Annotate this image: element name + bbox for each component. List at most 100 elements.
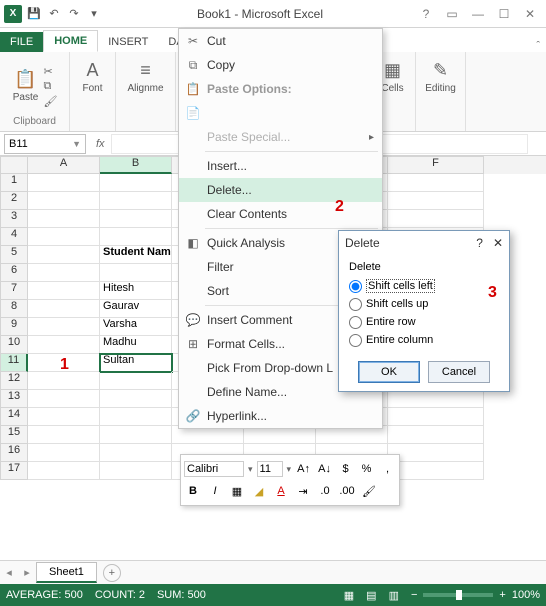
dialog-titlebar[interactable]: Delete ? ✕ bbox=[339, 231, 509, 255]
tab-home[interactable]: HOME bbox=[43, 30, 98, 52]
percent-format-icon[interactable]: % bbox=[358, 460, 375, 478]
opt-shift-up[interactable]: Shift cells up bbox=[349, 295, 499, 313]
cell[interactable] bbox=[388, 390, 484, 408]
redo-icon[interactable]: ↷ bbox=[66, 6, 82, 22]
maximize-icon[interactable]: ☐ bbox=[492, 7, 516, 21]
paste-button[interactable]: 📋 Paste bbox=[12, 65, 40, 107]
cut-icon[interactable]: ✂ bbox=[44, 65, 58, 78]
font-color-icon[interactable]: A bbox=[272, 482, 290, 500]
undo-icon[interactable]: ↶ bbox=[46, 6, 62, 22]
close-icon[interactable]: ✕ bbox=[518, 7, 542, 21]
select-all-corner[interactable] bbox=[0, 156, 28, 174]
increase-font-icon[interactable]: A↑ bbox=[295, 460, 312, 478]
row-header[interactable]: 4 bbox=[0, 228, 28, 246]
cell[interactable] bbox=[388, 192, 484, 210]
radio-shift-up[interactable] bbox=[349, 298, 362, 311]
ctx-delete[interactable]: Delete... bbox=[179, 178, 382, 202]
mini-font-name[interactable] bbox=[184, 461, 244, 477]
cell[interactable] bbox=[100, 192, 172, 210]
fill-color-icon[interactable]: ◢ bbox=[250, 482, 268, 500]
cell-b8[interactable]: Gaurav bbox=[100, 300, 172, 318]
alignment-button[interactable]: ≡Alignme bbox=[132, 56, 160, 98]
cell-b9[interactable]: Varsha bbox=[100, 318, 172, 336]
save-icon[interactable]: 💾 bbox=[26, 6, 42, 22]
cell[interactable] bbox=[388, 210, 484, 228]
cell[interactable] bbox=[28, 408, 100, 426]
row-header[interactable]: 9 bbox=[0, 318, 28, 336]
view-normal-icon[interactable]: ▦ bbox=[344, 589, 354, 602]
cell[interactable] bbox=[28, 390, 100, 408]
close-icon[interactable]: ✕ bbox=[493, 236, 503, 250]
cell-b7[interactable]: Hitesh bbox=[100, 282, 172, 300]
row-header[interactable]: 12 bbox=[0, 372, 28, 390]
ok-button[interactable]: OK bbox=[358, 361, 420, 383]
ctx-clear[interactable]: Clear Contents bbox=[179, 202, 382, 226]
row-header[interactable]: 10 bbox=[0, 336, 28, 354]
mini-font-size[interactable] bbox=[257, 461, 283, 477]
ctx-insert[interactable]: Insert... bbox=[179, 154, 382, 178]
cell[interactable] bbox=[28, 246, 100, 264]
row-header[interactable]: 5 bbox=[0, 246, 28, 264]
collapse-ribbon-icon[interactable]: ˆ bbox=[536, 40, 546, 52]
tab-file[interactable]: FILE bbox=[0, 32, 43, 52]
help-icon[interactable]: ? bbox=[476, 236, 483, 250]
cell[interactable] bbox=[388, 462, 484, 480]
row-header[interactable]: 3 bbox=[0, 210, 28, 228]
chevron-down-icon[interactable]: ▾ bbox=[287, 464, 292, 475]
bold-icon[interactable]: B bbox=[184, 482, 202, 500]
format-painter-icon[interactable]: 🖌 bbox=[44, 95, 58, 108]
zoom-out-icon[interactable]: − bbox=[411, 589, 417, 601]
row-header[interactable]: 16 bbox=[0, 444, 28, 462]
view-pagebreak-icon[interactable]: ▥ bbox=[389, 589, 399, 602]
row-header[interactable]: 8 bbox=[0, 300, 28, 318]
zoom-slider[interactable] bbox=[423, 593, 493, 597]
cell-b11[interactable]: Sultan bbox=[100, 354, 172, 372]
chevron-down-icon[interactable]: ▼ bbox=[72, 139, 81, 149]
cell[interactable] bbox=[100, 444, 172, 462]
cell[interactable] bbox=[388, 444, 484, 462]
col-header-b[interactable]: B bbox=[100, 156, 172, 174]
opt-entire-column[interactable]: Entire column bbox=[349, 331, 499, 349]
cell[interactable] bbox=[28, 426, 100, 444]
row-header[interactable]: 14 bbox=[0, 408, 28, 426]
copy-icon[interactable]: ⧉ bbox=[44, 80, 58, 93]
ctx-paste-special[interactable]: Paste Special...▸ bbox=[179, 125, 382, 149]
comma-format-icon[interactable]: , bbox=[379, 460, 396, 478]
border-icon[interactable]: ▦ bbox=[228, 482, 246, 500]
help-icon[interactable]: ? bbox=[414, 7, 438, 21]
font-button[interactable]: AFont bbox=[79, 56, 107, 98]
name-box[interactable]: B11 ▼ bbox=[4, 134, 86, 154]
cell[interactable] bbox=[28, 444, 100, 462]
ribbon-options-icon[interactable]: ▭ bbox=[440, 7, 464, 21]
row-header[interactable]: 1 bbox=[0, 174, 28, 192]
row-header[interactable]: 11 bbox=[0, 354, 28, 372]
accounting-format-icon[interactable]: $ bbox=[337, 460, 354, 478]
cell[interactable] bbox=[28, 318, 100, 336]
format-painter-icon[interactable]: 🖌 bbox=[360, 482, 378, 500]
col-header-f[interactable]: F bbox=[388, 156, 484, 174]
fx-icon[interactable]: fx bbox=[90, 138, 111, 150]
qat-dropdown-icon[interactable]: ▾ bbox=[86, 6, 102, 22]
radio-entire-column[interactable] bbox=[349, 334, 362, 347]
cell[interactable] bbox=[28, 228, 100, 246]
zoom-control[interactable]: − + 100% bbox=[411, 589, 540, 601]
row-header[interactable]: 17 bbox=[0, 462, 28, 480]
col-header-a[interactable]: A bbox=[28, 156, 100, 174]
sheet-nav-next-icon[interactable]: ▸ bbox=[18, 566, 36, 579]
row-header[interactable]: 15 bbox=[0, 426, 28, 444]
cell[interactable] bbox=[388, 174, 484, 192]
cell[interactable] bbox=[100, 210, 172, 228]
cell[interactable] bbox=[28, 336, 100, 354]
ctx-paste-default[interactable]: 📄 bbox=[179, 101, 382, 125]
decrease-font-icon[interactable]: A↓ bbox=[316, 460, 333, 478]
chevron-down-icon[interactable]: ▾ bbox=[248, 464, 253, 475]
view-layout-icon[interactable]: ▤ bbox=[366, 589, 376, 602]
row-header[interactable]: 6 bbox=[0, 264, 28, 282]
ctx-copy[interactable]: ⧉Copy bbox=[179, 53, 382, 77]
cell[interactable] bbox=[100, 462, 172, 480]
cell[interactable] bbox=[388, 426, 484, 444]
italic-icon[interactable]: I bbox=[206, 482, 224, 500]
tab-insert[interactable]: INSERT bbox=[98, 32, 158, 52]
cell[interactable] bbox=[100, 426, 172, 444]
zoom-value[interactable]: 100% bbox=[512, 589, 540, 601]
